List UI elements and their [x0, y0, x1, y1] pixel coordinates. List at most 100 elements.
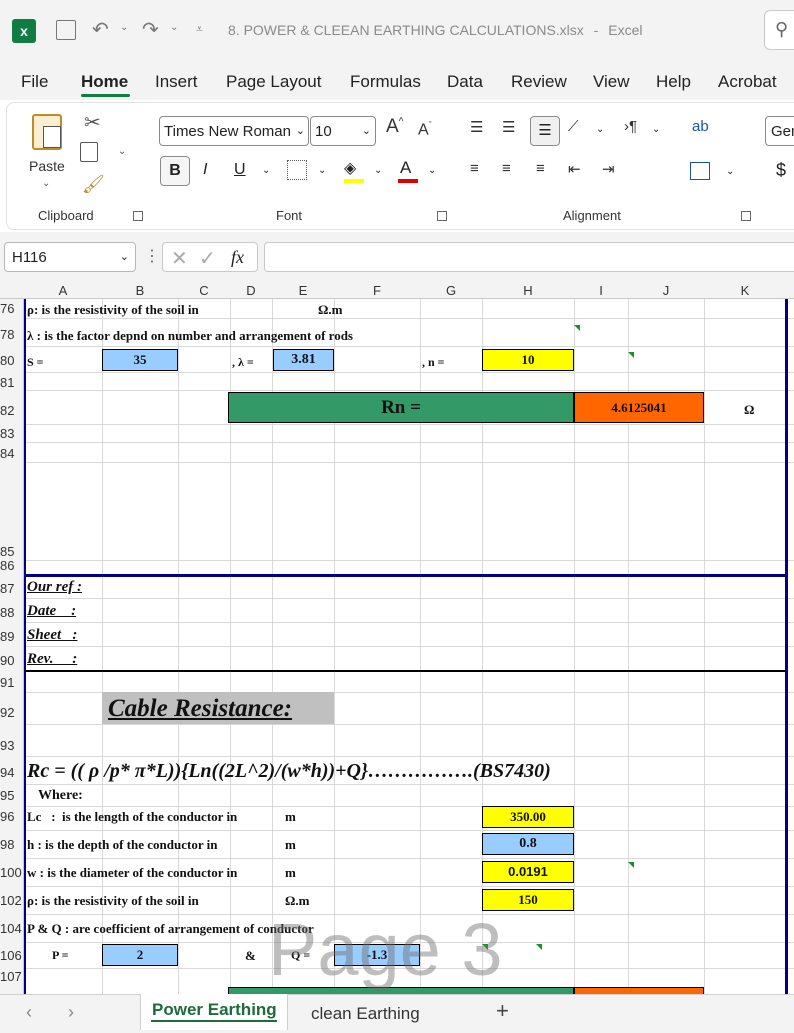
align-center-icon[interactable]: ≡	[502, 160, 511, 177]
tab-view[interactable]: View	[593, 72, 630, 92]
scroll-sheets-left-icon[interactable]: ‹	[26, 1002, 32, 1023]
col-header-j[interactable]: J	[628, 282, 704, 299]
row-number[interactable]: 96	[0, 810, 22, 824]
borders-icon[interactable]	[287, 160, 307, 180]
underline-dropdown-icon[interactable]: ⌄	[262, 165, 270, 176]
name-box[interactable]: H116 ⌄	[4, 242, 136, 272]
cell-a106[interactable]: P =	[52, 948, 69, 963]
cell-h80[interactable]: 10	[482, 349, 574, 371]
bold-button[interactable]: B	[160, 156, 190, 186]
copy-dropdown-icon[interactable]: ⌄	[118, 146, 126, 157]
col-header-b[interactable]: B	[102, 282, 178, 299]
error-indicator-icon[interactable]	[628, 862, 634, 868]
error-indicator-icon[interactable]	[536, 944, 542, 950]
align-bottom-icon[interactable]: ☰	[530, 116, 560, 146]
orientation-icon[interactable]: ⟋	[568, 118, 579, 135]
row-number[interactable]: 80	[0, 354, 22, 368]
row-number[interactable]: 82	[0, 404, 22, 418]
more-options-icon[interactable]: ⋮	[144, 246, 160, 266]
paste-dropdown-icon[interactable]: ⌄	[42, 178, 50, 189]
cut-icon[interactable]: ✂	[84, 110, 101, 135]
tab-formulas[interactable]: Formulas	[350, 72, 421, 92]
save-icon[interactable]	[56, 20, 76, 40]
align-middle-icon[interactable]: ☰	[502, 118, 515, 136]
tab-data[interactable]: Data	[447, 72, 483, 92]
cell-b80[interactable]: 35	[102, 349, 178, 371]
cell-e76[interactable]: Ω.m	[318, 302, 343, 318]
col-header-d[interactable]: D	[230, 282, 272, 299]
row-number[interactable]: 92	[0, 706, 22, 720]
tab-help[interactable]: Help	[656, 72, 691, 92]
row-number[interactable]: 86	[0, 559, 22, 573]
row-number[interactable]: 104	[0, 922, 22, 936]
col-header-i[interactable]: I	[574, 282, 628, 299]
row-number[interactable]: 83	[0, 427, 22, 441]
paste-icon[interactable]	[32, 114, 62, 150]
row-number[interactable]: 93	[0, 739, 22, 753]
row-number[interactable]: 85	[0, 545, 22, 559]
merge-dropdown-icon[interactable]: ⌄	[726, 166, 734, 177]
row-number[interactable]: 100	[0, 866, 22, 880]
col-header-c[interactable]: C	[178, 282, 230, 299]
tab-home[interactable]: Home	[81, 72, 128, 92]
tab-file[interactable]: File	[21, 72, 48, 92]
col-header-k[interactable]: K	[704, 282, 786, 299]
row-number[interactable]: 98	[0, 838, 22, 852]
undo-icon[interactable]: ↶	[92, 17, 109, 42]
alignment-launcher-icon[interactable]	[741, 211, 751, 221]
cell-h100[interactable]: 0.0191	[482, 861, 574, 883]
col-header-e[interactable]: E	[272, 282, 334, 299]
decrease-font-icon[interactable]: Aˇ	[418, 120, 432, 139]
row-number[interactable]: 81	[0, 376, 22, 390]
cell-e102[interactable]: Ω.m	[285, 893, 310, 909]
font-name-select[interactable]: Times New Roman ⌄	[159, 116, 309, 146]
row-number[interactable]: 78	[0, 328, 22, 342]
cell-e100[interactable]: m	[285, 865, 296, 881]
row-number[interactable]: 102	[0, 894, 22, 908]
insert-function-icon[interactable]: fx	[231, 247, 244, 268]
col-header-g[interactable]: G	[420, 282, 482, 299]
row-number[interactable]: 90	[0, 654, 22, 668]
align-top-icon[interactable]: ☰	[470, 118, 483, 136]
customize-toolbar-icon[interactable]: ⩡	[196, 22, 203, 37]
search-box[interactable]: ⚲	[764, 10, 794, 50]
row-number[interactable]: 107	[0, 970, 22, 984]
number-format-select[interactable]: Gen	[765, 116, 794, 146]
cell-h96[interactable]: 350.00	[482, 806, 574, 828]
row-number[interactable]: 76	[0, 302, 22, 316]
cell-e80[interactable]: 3.81	[273, 349, 334, 371]
font-color-icon[interactable]: A	[400, 158, 411, 178]
scroll-sheets-right-icon[interactable]: ›	[68, 1002, 74, 1023]
cell-a89[interactable]: Sheet :	[27, 627, 77, 644]
currency-icon[interactable]: $	[776, 160, 786, 181]
font-size-select[interactable]: 10 ⌄	[310, 116, 376, 146]
cell-e96[interactable]: m	[285, 809, 296, 825]
cell-a96[interactable]: Lc : is the length of the conductor in	[27, 809, 237, 825]
copy-icon[interactable]	[80, 142, 98, 162]
italic-button[interactable]: I	[203, 161, 207, 179]
enter-icon[interactable]: ✓	[199, 246, 216, 271]
error-indicator-icon[interactable]	[628, 352, 634, 358]
cell-h82-rn-value[interactable]: 4.6125041	[574, 392, 704, 423]
cell-e98[interactable]: m	[285, 837, 296, 853]
cell-k82[interactable]: Ω	[744, 402, 754, 418]
cell-d80[interactable]: , λ =	[232, 355, 254, 370]
tab-review[interactable]: Review	[511, 72, 567, 92]
row-number[interactable]: 87	[0, 582, 22, 596]
cell-d82-rn-label[interactable]: Rn =	[228, 392, 574, 423]
paste-button[interactable]: Paste	[29, 158, 65, 174]
text-direction-dropdown-icon[interactable]: ⌄	[652, 124, 660, 135]
cell-a76[interactable]: ρ: is the resistivity of the soil in	[27, 302, 199, 318]
orientation-dropdown-icon[interactable]: ⌄	[596, 124, 604, 135]
cancel-icon[interactable]: ✕	[171, 246, 188, 271]
worksheet-grid[interactable]: A B C D E F G H I J K 76 78 80 81 82 83 …	[0, 282, 794, 994]
cell-a80[interactable]: S =	[27, 355, 44, 370]
redo-icon[interactable]: ↷	[142, 17, 159, 42]
col-header-a[interactable]: A	[24, 282, 102, 299]
text-direction-icon[interactable]: ›¶	[624, 118, 637, 135]
cell-a88[interactable]: Date :	[27, 603, 76, 620]
font-launcher-icon[interactable]	[437, 211, 447, 221]
cell-a100[interactable]: w : is the diameter of the conductor in	[27, 865, 237, 881]
col-header-f[interactable]: F	[334, 282, 420, 299]
font-color-dropdown-icon[interactable]: ⌄	[428, 165, 436, 176]
